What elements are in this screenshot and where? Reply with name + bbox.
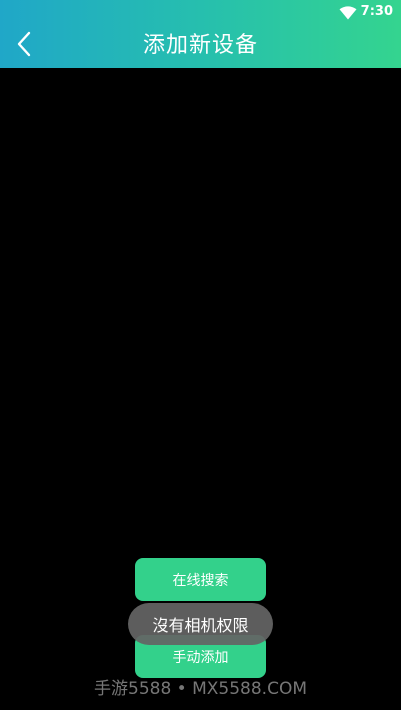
back-button[interactable]	[6, 28, 42, 64]
app-header: 7:30 添加新设备	[0, 0, 401, 68]
status-bar: 7:30	[0, 0, 401, 24]
wifi-icon	[339, 5, 357, 20]
toolbar: 添加新设备	[0, 24, 401, 68]
online-search-button[interactable]: 在线搜索	[135, 558, 266, 601]
screen: 7:30 添加新设备 在线搜索 手动添加 沒有相机权限 手游5588 • MX5…	[0, 0, 401, 710]
status-time: 7:30	[360, 4, 393, 19]
watermark: 手游5588 • MX5588.COM	[94, 679, 307, 699]
page-title: 添加新设备	[142, 33, 258, 58]
chevron-left-icon	[16, 31, 32, 61]
toast-message: 沒有相机权限	[128, 603, 273, 645]
